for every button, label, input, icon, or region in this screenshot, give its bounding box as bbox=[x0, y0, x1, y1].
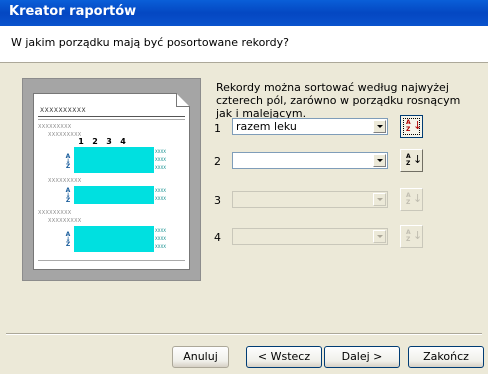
sort-az-mark: A ↓ Z bbox=[65, 153, 71, 170]
preview-cell: XXXX bbox=[155, 149, 166, 154]
next-button[interactable]: Dalej > bbox=[324, 346, 400, 368]
preview-divider bbox=[38, 119, 185, 120]
preview-group-text: XXXXXXXXX bbox=[38, 210, 72, 216]
preview-highlight bbox=[74, 186, 154, 204]
footer-separator bbox=[6, 333, 482, 335]
preview-cell: XXXX bbox=[155, 188, 166, 193]
preview-subgroup-text: XXXXXXXXX bbox=[48, 178, 82, 184]
preview-group-text: XXXXXXXXX bbox=[38, 124, 72, 130]
preview-cell: XXXX bbox=[155, 244, 166, 249]
sort-field-number-1: 1 bbox=[214, 122, 221, 135]
sort-order-button-4[interactable]: A Z ↓ bbox=[400, 225, 423, 248]
question-header: W jakim porządku mają być posortowane re… bbox=[0, 26, 488, 63]
sort-field-2-select[interactable] bbox=[232, 152, 388, 169]
chevron-down-icon[interactable] bbox=[373, 193, 386, 206]
sort-field-3-select[interactable] bbox=[232, 191, 388, 208]
preview-cell: XXXX bbox=[155, 228, 166, 233]
chevron-down-icon[interactable] bbox=[373, 154, 386, 167]
report-wizard-window: Kreator raportów W jakim porządku mają b… bbox=[0, 0, 488, 374]
sort-field-4-select[interactable] bbox=[232, 228, 388, 245]
sort-az-mark: A ↓ Z bbox=[65, 187, 71, 204]
sort-ascending-icon: A Z ↓ bbox=[406, 119, 423, 133]
finish-button[interactable]: Zakończ bbox=[408, 346, 484, 368]
chevron-down-icon[interactable] bbox=[373, 230, 386, 243]
question-text: W jakim porządku mają być posortowane re… bbox=[11, 36, 289, 49]
sort-field-1-value: razem leku bbox=[236, 120, 297, 133]
cancel-button[interactable]: Anuluj bbox=[172, 346, 229, 368]
sort-ascending-icon: A Z ↓ bbox=[406, 192, 423, 206]
sort-field-number-4: 4 bbox=[214, 231, 221, 244]
report-preview: XXXXXXXXXX XXXXXXXXX XXXXXXXXX 1234 A ↓ Z … bbox=[22, 78, 201, 281]
sort-ascending-icon: A Z ↓ bbox=[406, 229, 423, 243]
sort-order-button-3[interactable]: A Z ↓ bbox=[400, 188, 423, 211]
preview-divider bbox=[38, 116, 185, 117]
sort-az-mark: A ↓ Z bbox=[65, 231, 71, 248]
preview-highlight bbox=[74, 226, 154, 252]
back-button[interactable]: < Wstecz bbox=[246, 346, 322, 368]
preview-header-text: XXXXXXXXXX bbox=[40, 107, 87, 114]
chevron-down-icon[interactable] bbox=[373, 120, 386, 133]
sort-description: Rekordy można sortować według najwyżej c… bbox=[216, 81, 461, 120]
preview-column-numbers: 1234 bbox=[78, 137, 126, 146]
sort-order-button-2[interactable]: A Z ↓ bbox=[400, 149, 423, 172]
preview-highlight bbox=[74, 147, 154, 173]
preview-cell: XXXX bbox=[155, 157, 166, 162]
title-bar[interactable]: Kreator raportów bbox=[0, 0, 488, 26]
sort-ascending-icon: A Z ↓ bbox=[406, 153, 423, 167]
preview-subgroup-text: XXXXXXXXX bbox=[48, 218, 82, 224]
sort-field-1-select[interactable]: razem leku bbox=[232, 118, 388, 135]
window-title: Kreator raportów bbox=[9, 4, 137, 19]
preview-cell: XXXX bbox=[155, 165, 166, 170]
sort-field-number-3: 3 bbox=[214, 194, 221, 207]
preview-cell: XXXX bbox=[155, 236, 166, 241]
preview-cell: XXXX bbox=[155, 196, 166, 201]
sort-order-button-1[interactable]: A Z ↓ bbox=[400, 115, 423, 138]
sort-field-number-2: 2 bbox=[214, 155, 221, 168]
preview-page: XXXXXXXXXX XXXXXXXXX XXXXXXXXX 1234 A ↓ Z … bbox=[33, 93, 190, 270]
preview-divider bbox=[38, 260, 185, 261]
